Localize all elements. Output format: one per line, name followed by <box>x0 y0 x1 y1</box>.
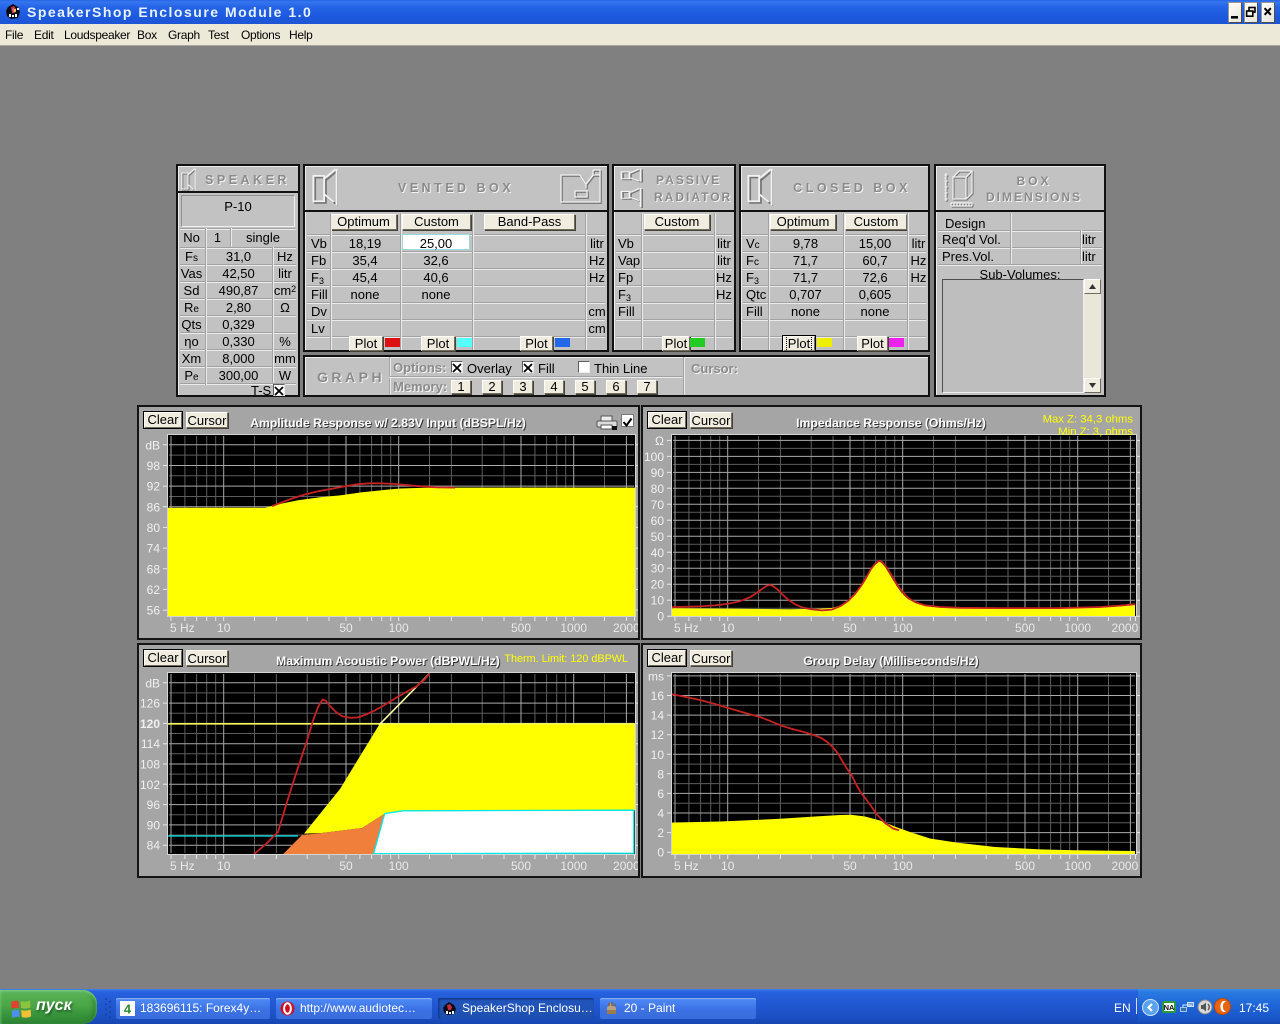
svg-text:14: 14 <box>651 709 665 723</box>
svg-text:0: 0 <box>657 610 664 624</box>
svg-text:2: 2 <box>657 826 664 840</box>
svg-text:ms: ms <box>648 669 664 683</box>
svg-text:108: 108 <box>140 758 160 772</box>
svg-text:50: 50 <box>651 530 665 544</box>
svg-text:10: 10 <box>217 621 231 635</box>
svg-text:Max Z: 34,3 ohms: Max Z: 34,3 ohms <box>1043 414 1134 426</box>
svg-text:500: 500 <box>511 859 531 873</box>
svg-text:10: 10 <box>651 594 665 608</box>
svg-text:1000: 1000 <box>560 859 587 873</box>
svg-text:1000: 1000 <box>560 621 587 635</box>
svg-text:10: 10 <box>721 621 735 635</box>
svg-text:96: 96 <box>147 798 161 812</box>
svg-text:98: 98 <box>147 459 161 473</box>
svg-text:100: 100 <box>893 859 913 873</box>
svg-text:0: 0 <box>657 846 664 860</box>
svg-text:68: 68 <box>147 562 161 576</box>
svg-text:Impedance Response (Ohms/Hz): Impedance Response (Ohms/Hz) <box>796 416 986 430</box>
svg-text:90: 90 <box>147 818 161 832</box>
svg-text:Therm. Limit: 120 dBPWL: Therm. Limit: 120 dBPWL <box>504 653 628 665</box>
svg-text:dB: dB <box>145 676 160 690</box>
svg-text:114: 114 <box>141 737 160 751</box>
svg-text:Maximum Acoustic Power (dBPWL/: Maximum Acoustic Power (dBPWL/Hz) <box>276 654 500 668</box>
svg-text:86: 86 <box>147 500 161 514</box>
svg-text:84: 84 <box>147 839 161 853</box>
svg-text:50: 50 <box>843 859 857 873</box>
svg-text:100: 100 <box>389 859 409 873</box>
svg-text:56: 56 <box>147 604 161 618</box>
svg-text:1000: 1000 <box>1064 859 1091 873</box>
svg-text:120: 120 <box>140 717 160 731</box>
svg-text:10: 10 <box>651 748 665 762</box>
svg-text:4: 4 <box>657 807 664 821</box>
svg-text:2000: 2000 <box>613 621 638 635</box>
svg-text:500: 500 <box>1015 621 1035 635</box>
svg-text:100: 100 <box>389 621 409 635</box>
svg-text:92: 92 <box>147 480 161 494</box>
svg-text:102: 102 <box>140 778 160 792</box>
svg-text:Ω: Ω <box>655 434 664 448</box>
svg-text:dB: dB <box>145 438 160 452</box>
svg-text:8: 8 <box>657 767 664 781</box>
svg-text:12: 12 <box>651 728 665 742</box>
svg-text:100: 100 <box>893 621 913 635</box>
svg-text:5 Hz: 5 Hz <box>170 859 195 873</box>
svg-text:80: 80 <box>147 521 161 535</box>
svg-text:74: 74 <box>147 542 161 556</box>
svg-text:50: 50 <box>843 621 857 635</box>
svg-text:4: 4 <box>124 1002 132 1017</box>
svg-text:Group Delay (Milliseconds/Hz): Group Delay (Milliseconds/Hz) <box>803 654 978 668</box>
svg-text:30: 30 <box>651 562 665 576</box>
svg-text:80: 80 <box>651 482 665 496</box>
svg-text:500: 500 <box>1015 859 1035 873</box>
svg-text:100: 100 <box>644 450 664 464</box>
svg-text:2000: 2000 <box>1112 859 1139 873</box>
svg-text:50: 50 <box>339 859 353 873</box>
svg-text:6: 6 <box>657 787 664 801</box>
svg-text:5 Hz: 5 Hz <box>674 621 699 635</box>
svg-text:Min Z: 3, ohms: Min Z: 3, ohms <box>1058 426 1133 438</box>
svg-text:5 Hz: 5 Hz <box>170 621 195 635</box>
svg-text:16: 16 <box>651 689 665 703</box>
svg-text:90: 90 <box>651 466 665 480</box>
svg-text:40: 40 <box>651 546 665 560</box>
svg-text:70: 70 <box>651 498 665 512</box>
svg-text:10: 10 <box>217 859 231 873</box>
svg-text:1000: 1000 <box>1064 621 1091 635</box>
svg-text:Amplitude Response w/ 2.83V In: Amplitude Response w/ 2.83V Input (dBSPL… <box>250 416 526 430</box>
svg-text:20: 20 <box>651 578 665 592</box>
svg-text:126: 126 <box>140 697 160 711</box>
svg-text:50: 50 <box>339 621 353 635</box>
svg-text:2000: 2000 <box>613 859 638 873</box>
svg-text:2000: 2000 <box>1112 621 1139 635</box>
svg-text:NA: NA <box>1164 1003 1175 1012</box>
svg-text:10: 10 <box>721 859 735 873</box>
svg-text:62: 62 <box>147 583 161 597</box>
svg-text:5 Hz: 5 Hz <box>674 859 699 873</box>
svg-text:60: 60 <box>651 514 665 528</box>
svg-text:500: 500 <box>511 621 531 635</box>
